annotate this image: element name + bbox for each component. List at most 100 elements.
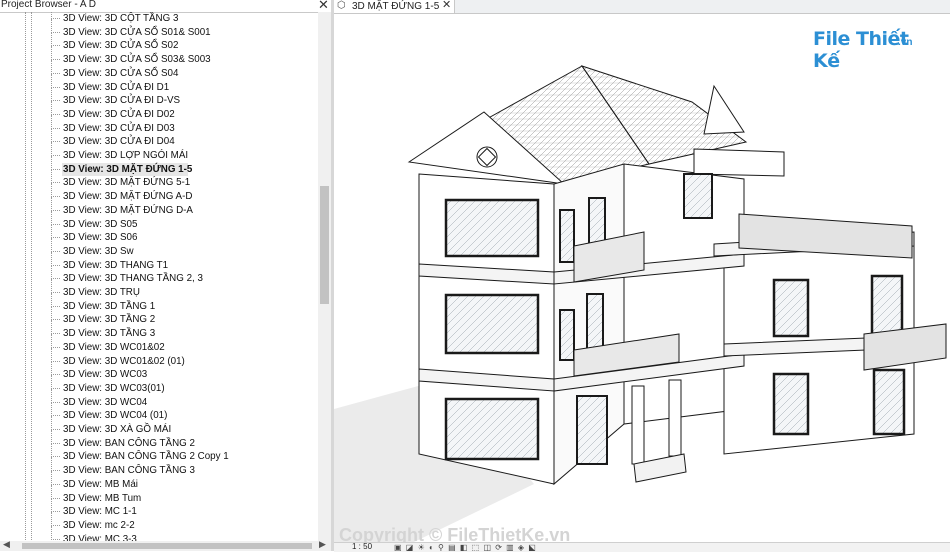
tree-connector xyxy=(51,374,52,389)
tree-connector xyxy=(51,224,52,239)
tree-item[interactable]: 3D View: 3D TRỤ xyxy=(0,279,318,300)
tree-item-label: 3D View: 3D XÀ GỒ MÁI xyxy=(63,424,172,435)
tree-connector xyxy=(51,497,60,499)
tree-connector xyxy=(51,86,60,88)
tree-item-label: 3D View: 3D S05 xyxy=(63,218,138,230)
entrance-door xyxy=(576,395,608,465)
scroll-right-icon[interactable]: ▶ xyxy=(319,539,326,550)
tree-connector xyxy=(51,264,60,266)
tree-item[interactable]: 3D View: BAN CÔNG TẦNG 3 xyxy=(0,457,318,478)
tab-label: 3D MẶT ĐỨNG 1-5 xyxy=(352,1,440,12)
tree-connector xyxy=(51,209,60,211)
tree-item-label: 3D View: 3D WC04 xyxy=(63,396,148,408)
scrollbar-thumb[interactable] xyxy=(320,186,329,304)
tree-item[interactable]: 3D View: mc 2-2 xyxy=(0,511,318,533)
tree-item[interactable]: 3D View: 3D MẶT ĐỨNG D-A xyxy=(0,196,318,218)
tree-item[interactable]: 3D View: BAN CÔNG TẦNG 2 xyxy=(0,429,318,451)
gable-ornament xyxy=(476,146,498,168)
tree-connector xyxy=(51,292,52,307)
tree-item[interactable]: 3D View: 3D CỬA ĐI D02 xyxy=(0,100,318,122)
tree-connector xyxy=(51,538,60,540)
side-gable xyxy=(703,84,745,135)
column xyxy=(631,385,645,465)
tree-item-label: 3D View: 3D WC01&02 (01) xyxy=(63,355,185,367)
tree-item[interactable]: 3D View: 3D THANG T1 xyxy=(0,251,318,273)
tree-item-label: 3D View: 3D MẶT ĐỨNG 1-5 xyxy=(63,163,193,175)
close-icon[interactable]: ✕ xyxy=(442,0,451,12)
tree-connector xyxy=(51,333,60,335)
tree-connector xyxy=(51,346,60,348)
tree-item[interactable]: 3D View: 3D WC01&02 (01) xyxy=(0,347,318,369)
horizontal-scrollbar[interactable]: ◀ ▶ xyxy=(0,539,331,551)
tree-item-label: 3D View: 3D CỬA ĐI D1 xyxy=(63,81,170,93)
tree-item[interactable]: 3D View: 3D TẦNG 2 xyxy=(0,306,318,327)
tree-item[interactable]: 3D View: 3D CỬA ĐI D-VS xyxy=(0,87,318,108)
window xyxy=(444,293,540,355)
vertical-scrollbar[interactable] xyxy=(318,12,331,541)
tree-item-label: 3D View: 3D CỬA ĐI D02 xyxy=(63,108,175,120)
tree-connector xyxy=(51,292,60,293)
tree-item-label: 3D View: 3D CỬA SỔ S02 xyxy=(63,40,179,52)
window xyxy=(683,173,713,219)
close-icon[interactable]: ✕ xyxy=(318,0,329,12)
tree-connector xyxy=(51,46,52,61)
tree-item[interactable]: 3D View: 3D WC04 xyxy=(0,388,318,410)
tree-item-label: 3D View: 3D CỘT TẦNG 3 xyxy=(63,13,179,24)
tree-item[interactable]: 3D View: 3D CỬA ĐI D1 xyxy=(0,73,318,95)
window xyxy=(444,198,540,258)
tree-item[interactable]: 3D View: 3D MẶT ĐỨNG 5-1 xyxy=(0,169,318,190)
tree-item[interactable]: 3D View: MB Mái xyxy=(0,470,318,492)
tree-connector xyxy=(51,388,52,403)
tree-item[interactable]: 3D View: 3D TẦNG 1 xyxy=(0,292,318,314)
tree-item[interactable]: 3D View: 3D MẶT ĐỨNG 1-5 xyxy=(0,155,318,177)
tree-connector xyxy=(51,320,52,335)
tree-item[interactable]: 3D View: MB Tum xyxy=(0,484,318,506)
tree-item[interactable]: 3D View: 3D CỘT TẦNG 3 xyxy=(0,12,318,26)
tree-item[interactable]: 3D View: MC 3-3 xyxy=(0,525,318,541)
scrollbar-thumb[interactable] xyxy=(22,543,312,549)
tree-item[interactable]: 3D View: 3D LỢP NGÓI MÁI xyxy=(0,142,318,163)
tree-item-label: 3D View: 3D MẶT ĐỨNG D-A xyxy=(63,204,193,216)
tree-item[interactable]: 3D View: 3D S05 xyxy=(0,210,318,232)
tree-item[interactable]: 3D View: 3D CỬA SỔ S01& S001 xyxy=(0,18,318,40)
tree-connector xyxy=(51,142,52,156)
tree-connector xyxy=(51,127,60,129)
tree-item[interactable]: 3D View: 3D WC04 (01) xyxy=(0,402,318,423)
tree-item[interactable]: 3D View: 3D WC03(01) xyxy=(0,374,318,396)
tree-connector xyxy=(51,265,52,280)
window xyxy=(586,293,604,353)
tree-connector xyxy=(51,279,52,293)
tree-item[interactable]: 3D View: 3D CỬA SỔ S04 xyxy=(0,59,318,81)
tree-item[interactable]: 3D View: 3D Sw xyxy=(0,237,318,259)
tree-item[interactable]: 3D View: 3D MẶT ĐỨNG A-D xyxy=(0,183,318,204)
tree-connector xyxy=(51,442,60,444)
tree-item[interactable]: 3D View: 3D XÀ GỒ MÁI xyxy=(0,416,318,437)
tree-connector xyxy=(51,87,52,102)
tree-item[interactable]: 3D View: 3D WC03 xyxy=(0,361,318,382)
tree-item-label: 3D View: 3D WC01&02 xyxy=(63,341,165,353)
tree-connector xyxy=(51,415,60,417)
tree-item[interactable]: 3D View: 3D WC01&02 xyxy=(0,333,318,355)
model-canvas[interactable]: File Thiết Kế .vn Copyright © FileThietK… xyxy=(334,14,950,545)
tree-item-label: 3D View: 3D CỬA ĐI D-VS xyxy=(63,95,181,107)
project-browser: Project Browser - A D ✕ 3D View: 3D CỘT … xyxy=(0,0,331,551)
tree-item[interactable]: 3D View: 3D CỬA SỔ S02 xyxy=(0,32,318,53)
tab-3d-view[interactable]: ⬡ 3D MẶT ĐỨNG 1-5 ✕ xyxy=(334,0,455,13)
tree-item[interactable]: 3D View: 3D TẦNG 3 xyxy=(0,320,318,341)
window xyxy=(444,397,540,461)
tree-connector xyxy=(51,59,60,61)
tree-item[interactable]: 3D View: 3D CỬA ĐI D04 xyxy=(0,128,318,149)
tree-item[interactable]: 3D View: BAN CÔNG TẦNG 2 Copy 1 xyxy=(0,443,318,464)
tree-connector xyxy=(51,333,52,348)
scroll-left-icon[interactable]: ◀ xyxy=(3,539,10,550)
tree-item[interactable]: 3D View: 3D THANG TẦNG 2, 3 xyxy=(0,265,318,286)
tree-item[interactable]: 3D View: MC 1-1 xyxy=(0,498,318,519)
tree-item[interactable]: 3D View: 3D CỬA ĐI D03 xyxy=(0,114,318,136)
view-tree: 3D View: 3D CỘT TẦNG 3 3D View: 3D CỬA SỔ… xyxy=(0,12,318,541)
tree-connector xyxy=(51,511,52,526)
tree-item[interactable]: 3D View: 3D CỬA SỔ S03& S003 xyxy=(0,46,318,67)
tree-item-label: 3D View: 3D TẦNG 1 xyxy=(63,300,156,312)
tree-item-label: 3D View: 3D TẦNG 2 xyxy=(63,314,156,326)
tree-item[interactable]: 3D View: 3D S06 xyxy=(0,224,318,245)
tree-connector xyxy=(51,416,52,430)
